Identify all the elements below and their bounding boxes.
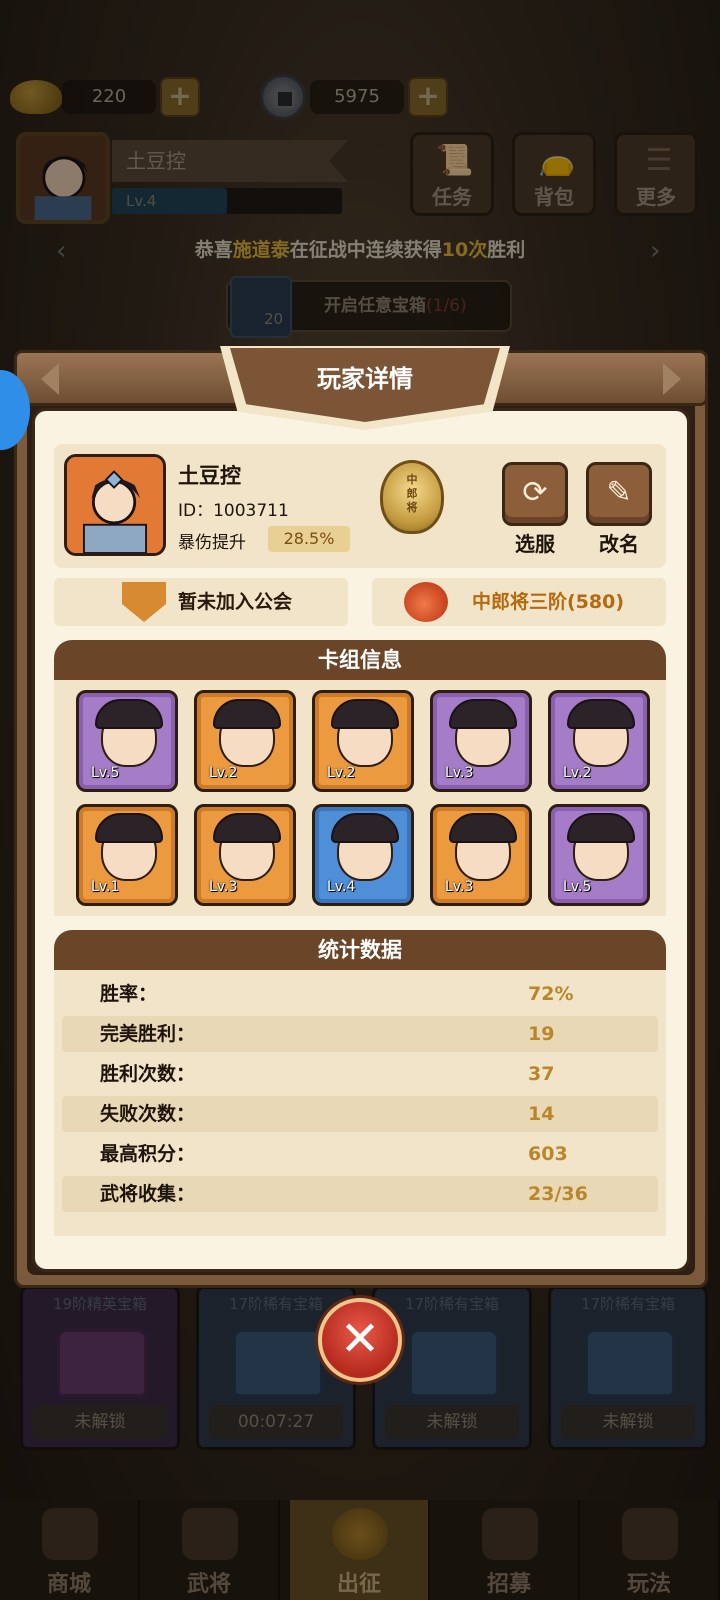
stat-value: 19 [528,1023,555,1045]
stat-label: 最高积分： [100,1143,196,1165]
guild-status[interactable]: 暂未加入公会 [54,578,348,626]
hero-hair-icon [213,699,281,729]
player-name: 土豆控 [178,464,241,488]
stat-row: 完美胜利： 19 [62,1016,658,1052]
hero-hair-icon [95,699,163,729]
hero-card[interactable]: Lv.2 [548,690,650,792]
close-icon: ✕ [339,1311,381,1367]
hero-hair-icon [567,699,635,729]
hero-hair-icon [449,813,517,843]
decor-right-icon [663,363,681,395]
stat-value: 23/36 [528,1183,588,1205]
hero-portrait-icon [67,457,163,553]
deck-header: 卡组信息 [54,640,666,680]
hero-card-level: Lv.2 [327,765,356,781]
stat-label: 武将收集： [100,1183,196,1205]
stat-row: 失败次数： 14 [62,1096,658,1132]
rank-text: 中郎将三阶(580) [472,591,625,613]
hero-hair-icon [567,813,635,843]
stat-value: 603 [528,1143,568,1165]
hero-hair-icon [331,699,399,729]
hero-card[interactable]: Lv.2 [312,690,414,792]
refresh-icon: ⟳ [522,475,548,510]
shield-icon [122,582,166,622]
stats-header: 统计数据 [54,930,666,970]
pouch-icon [404,582,448,622]
hero-card-level: Lv.3 [209,879,238,895]
hero-card[interactable]: Lv.2 [194,690,296,792]
player-id: ID：1003711 [178,501,289,521]
switch-server-button[interactable]: ⟳ [502,462,568,526]
player-avatar-large [64,454,166,556]
hero-card[interactable]: Lv.5 [548,804,650,906]
guild-text: 暂未加入公会 [178,591,293,613]
stat-row: 武将收集： 23/36 [62,1176,658,1212]
hero-card-level: Lv.4 [327,879,356,895]
rename-label: 改名 [599,532,639,556]
stat-row: 胜率： 72% [62,976,658,1012]
hero-card[interactable]: Lv.1 [76,804,178,906]
hero-card-level: Lv.3 [445,765,474,781]
stat-label: 完美胜利： [100,1023,196,1045]
hero-card-level: Lv.3 [445,879,474,895]
stat-value: 72% [528,983,574,1005]
pencil-icon: ✎ [606,475,632,510]
hero-card[interactable]: Lv.4 [312,804,414,906]
rank-badge-icon: 中郎将 [380,460,444,534]
stat-row: 最高积分： 603 [62,1136,658,1172]
hero-card-level: Lv.1 [91,879,120,895]
stat-label: 失败次数： [100,1103,196,1125]
hero-card[interactable]: Lv.3 [194,804,296,906]
switch-server-label: 选服 [515,532,555,556]
crit-label: 暴伤提升 [178,533,246,553]
hero-card-level: Lv.2 [209,765,238,781]
stat-label: 胜率： [100,983,158,1005]
hero-card[interactable]: Lv.3 [430,804,532,906]
hero-card-level: Lv.2 [563,765,592,781]
hero-hair-icon [449,699,517,729]
decor-left-icon [41,363,59,395]
hero-hair-icon [95,813,163,843]
hero-card[interactable]: Lv.3 [430,690,532,792]
hero-hair-icon [331,813,399,843]
rank-badge-text: 中郎将 [406,473,418,514]
stat-row: 胜利次数： 37 [62,1056,658,1092]
rank-status[interactable]: 中郎将三阶(580) [372,578,666,626]
hero-card-level: Lv.5 [563,879,592,895]
stat-label: 胜利次数： [100,1063,196,1085]
stat-value: 14 [528,1103,555,1125]
crit-value: 28.5% [268,526,350,552]
hero-card[interactable]: Lv.5 [76,690,178,792]
hero-hair-icon [213,813,281,843]
stat-value: 37 [528,1063,555,1085]
hero-card-level: Lv.5 [91,765,120,781]
close-modal-button[interactable]: ✕ [318,1298,402,1382]
rename-button[interactable]: ✎ [586,462,652,526]
